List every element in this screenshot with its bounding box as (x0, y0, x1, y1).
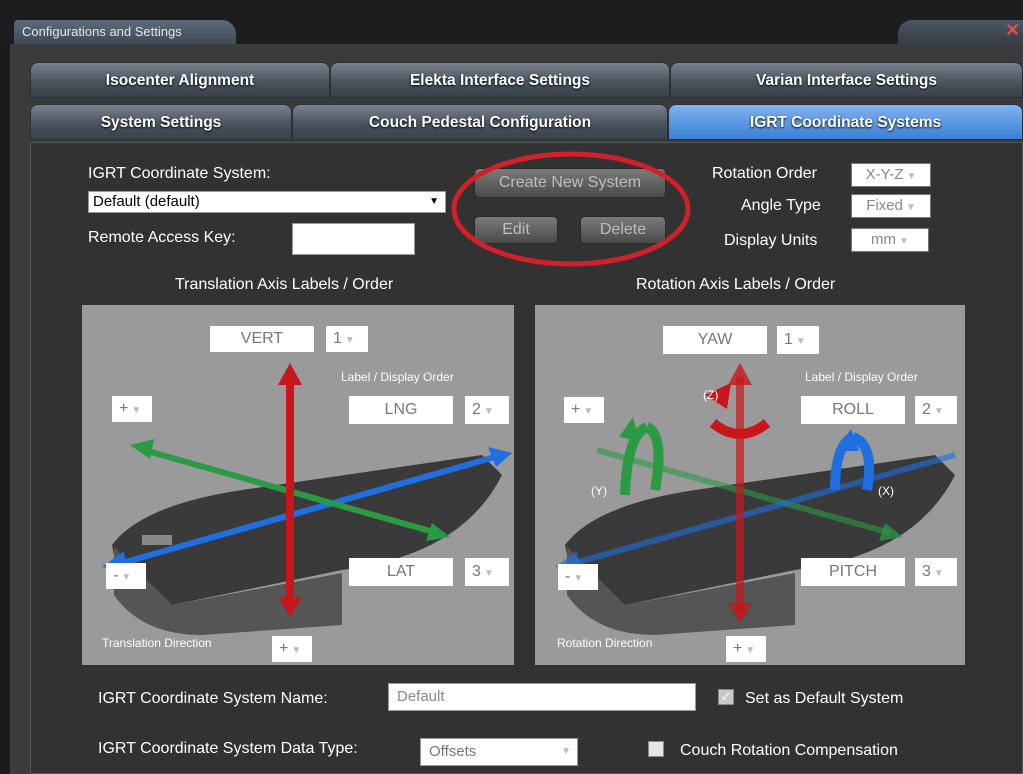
chevron-down-icon: ▼ (291, 645, 302, 656)
chevron-down-icon: ▼ (573, 573, 584, 584)
rotation-order-select[interactable]: X-Y-Z ▼ (851, 163, 931, 187)
translation-order-caption: Label / Display Order (341, 370, 454, 384)
tab-varian-interface-settings[interactable]: Varian Interface Settings (670, 62, 1023, 98)
highlight-ring (451, 151, 691, 267)
close-icon[interactable]: ✕ (1005, 20, 1020, 41)
chevron-down-icon: ▼ (344, 335, 355, 346)
rotation-axis-1-order[interactable]: 1 ▼ (777, 326, 819, 354)
rotation-plus-select[interactable]: + ▼ (564, 397, 604, 423)
data-type-value: Offsets (429, 743, 477, 760)
translation-direction-select[interactable]: + ▼ (272, 636, 312, 662)
rotation-axis-2-order[interactable]: 2 ▼ (915, 396, 957, 424)
translation-minus-value: - (113, 567, 119, 584)
window-title: Configurations and Settings (14, 20, 236, 44)
chevron-down-icon: ▼ (795, 336, 806, 347)
angle-type-value: Fixed (866, 197, 903, 214)
translation-axis-3-order[interactable]: 3 ▼ (465, 558, 509, 586)
tab-elekta-interface-settings[interactable]: Elekta Interface Settings (330, 62, 670, 98)
data-type-label: IGRT Coordinate System Data Type: (98, 740, 358, 757)
translation-minus-select[interactable]: - ▼ (106, 563, 146, 589)
translation-axis-1-label[interactable]: VERT (210, 326, 314, 352)
rotation-axis-3-order[interactable]: 3 ▼ (915, 558, 957, 586)
chevron-down-icon: ▼ (429, 196, 439, 207)
left-edge (0, 44, 10, 774)
system-select-value: Default (default) (93, 193, 200, 210)
tab-couch-pedestal-configuration[interactable]: Couch Pedestal Configuration (292, 104, 668, 140)
rotation-minus-select[interactable]: - ▼ (558, 564, 598, 590)
translation-title: Translation Axis Labels / Order (175, 276, 394, 293)
translation-axis-2-label[interactable]: LNG (349, 396, 453, 424)
chevron-down-icon: ▼ (933, 568, 944, 579)
chevron-down-icon: ▼ (899, 236, 909, 247)
rotation-axis-1-label[interactable]: YAW (663, 326, 767, 354)
chevron-down-icon: ▼ (583, 406, 594, 417)
system-select[interactable]: Default (default) ▼ (88, 191, 446, 213)
remote-key-input[interactable] (292, 223, 415, 255)
chevron-down-icon: ▼ (905, 202, 916, 213)
tab-igrt-coordinate-systems[interactable]: IGRT Coordinate Systems (668, 104, 1023, 140)
translation-axis-2-order-value: 2 (472, 401, 481, 418)
translation-axes-illustration (102, 363, 512, 635)
couch-compensation-label: Couch Rotation Compensation (680, 742, 898, 759)
translation-direction-value: + (279, 640, 289, 657)
angle-type-select[interactable]: Fixed ▼ (851, 194, 931, 218)
rotation-order-value: X-Y-Z (865, 166, 904, 183)
rotation-axis-3-label[interactable]: PITCH (801, 558, 905, 586)
chevron-down-icon: ▼ (906, 171, 917, 182)
chevron-down-icon: ▼ (933, 406, 944, 417)
system-name-input[interactable]: Default (388, 683, 696, 711)
remote-key-label: Remote Access Key: (88, 229, 236, 246)
translation-plus-value: + (119, 400, 129, 417)
chevron-down-icon: ▼ (131, 405, 142, 416)
rotation-x-mark: (X) (878, 484, 894, 498)
default-system-label: Set as Default System (745, 690, 904, 707)
rotation-direction-value: + (733, 640, 743, 657)
display-units-label: Display Units (724, 232, 818, 249)
chevron-down-icon: ▼ (483, 568, 494, 579)
chevron-down-icon: ▼ (561, 746, 571, 757)
checkmark-icon: ✓ (720, 689, 732, 704)
tab-system-settings[interactable]: System Settings (30, 104, 292, 140)
rotation-z-mark: (Z) (703, 388, 719, 402)
system-label: IGRT Coordinate System: (88, 165, 271, 182)
rotation-axis-2-label[interactable]: ROLL (801, 396, 905, 424)
angle-type-label: Angle Type (741, 197, 821, 214)
system-name-label: IGRT Coordinate System Name: (98, 690, 328, 707)
chevron-down-icon: ▼ (121, 572, 132, 583)
translation-axis-2-order[interactable]: 2 ▼ (465, 396, 509, 424)
rotation-y-mark: (Y) (591, 484, 607, 498)
translation-direction-caption: Translation Direction (102, 636, 212, 650)
rotation-plus-value: + (571, 401, 581, 418)
chevron-down-icon: ▼ (745, 645, 756, 656)
rotation-minus-value: - (565, 568, 571, 585)
data-type-select[interactable]: Offsets ▼ (420, 738, 578, 766)
translation-axis-3-order-value: 3 (472, 563, 481, 580)
rotation-title: Rotation Axis Labels / Order (636, 276, 836, 293)
rotation-order-caption: Label / Display Order (805, 370, 918, 384)
tab-isocenter-alignment[interactable]: Isocenter Alignment (30, 62, 330, 98)
rotation-axis-3-order-value: 3 (922, 563, 931, 580)
translation-axis-1-order[interactable]: 1 ▼ (326, 326, 368, 352)
chevron-down-icon: ▼ (483, 406, 494, 417)
display-units-select[interactable]: mm ▼ (851, 228, 929, 252)
translation-axis-3-label[interactable]: LAT (349, 558, 453, 586)
rotation-direction-select[interactable]: + ▼ (726, 636, 766, 662)
rotation-direction-caption: Rotation Direction (557, 636, 653, 650)
rotation-axis-1-order-value: 1 (784, 331, 793, 348)
translation-axis-1-order-value: 1 (333, 330, 342, 347)
rotation-order-label: Rotation Order (712, 165, 817, 182)
default-system-checkbox[interactable]: ✓ (718, 689, 734, 705)
display-units-value: mm (871, 231, 897, 248)
translation-plus-select[interactable]: + ▼ (112, 396, 152, 422)
rotation-axis-2-order-value: 2 (922, 401, 931, 418)
couch-compensation-checkbox[interactable] (648, 741, 664, 757)
